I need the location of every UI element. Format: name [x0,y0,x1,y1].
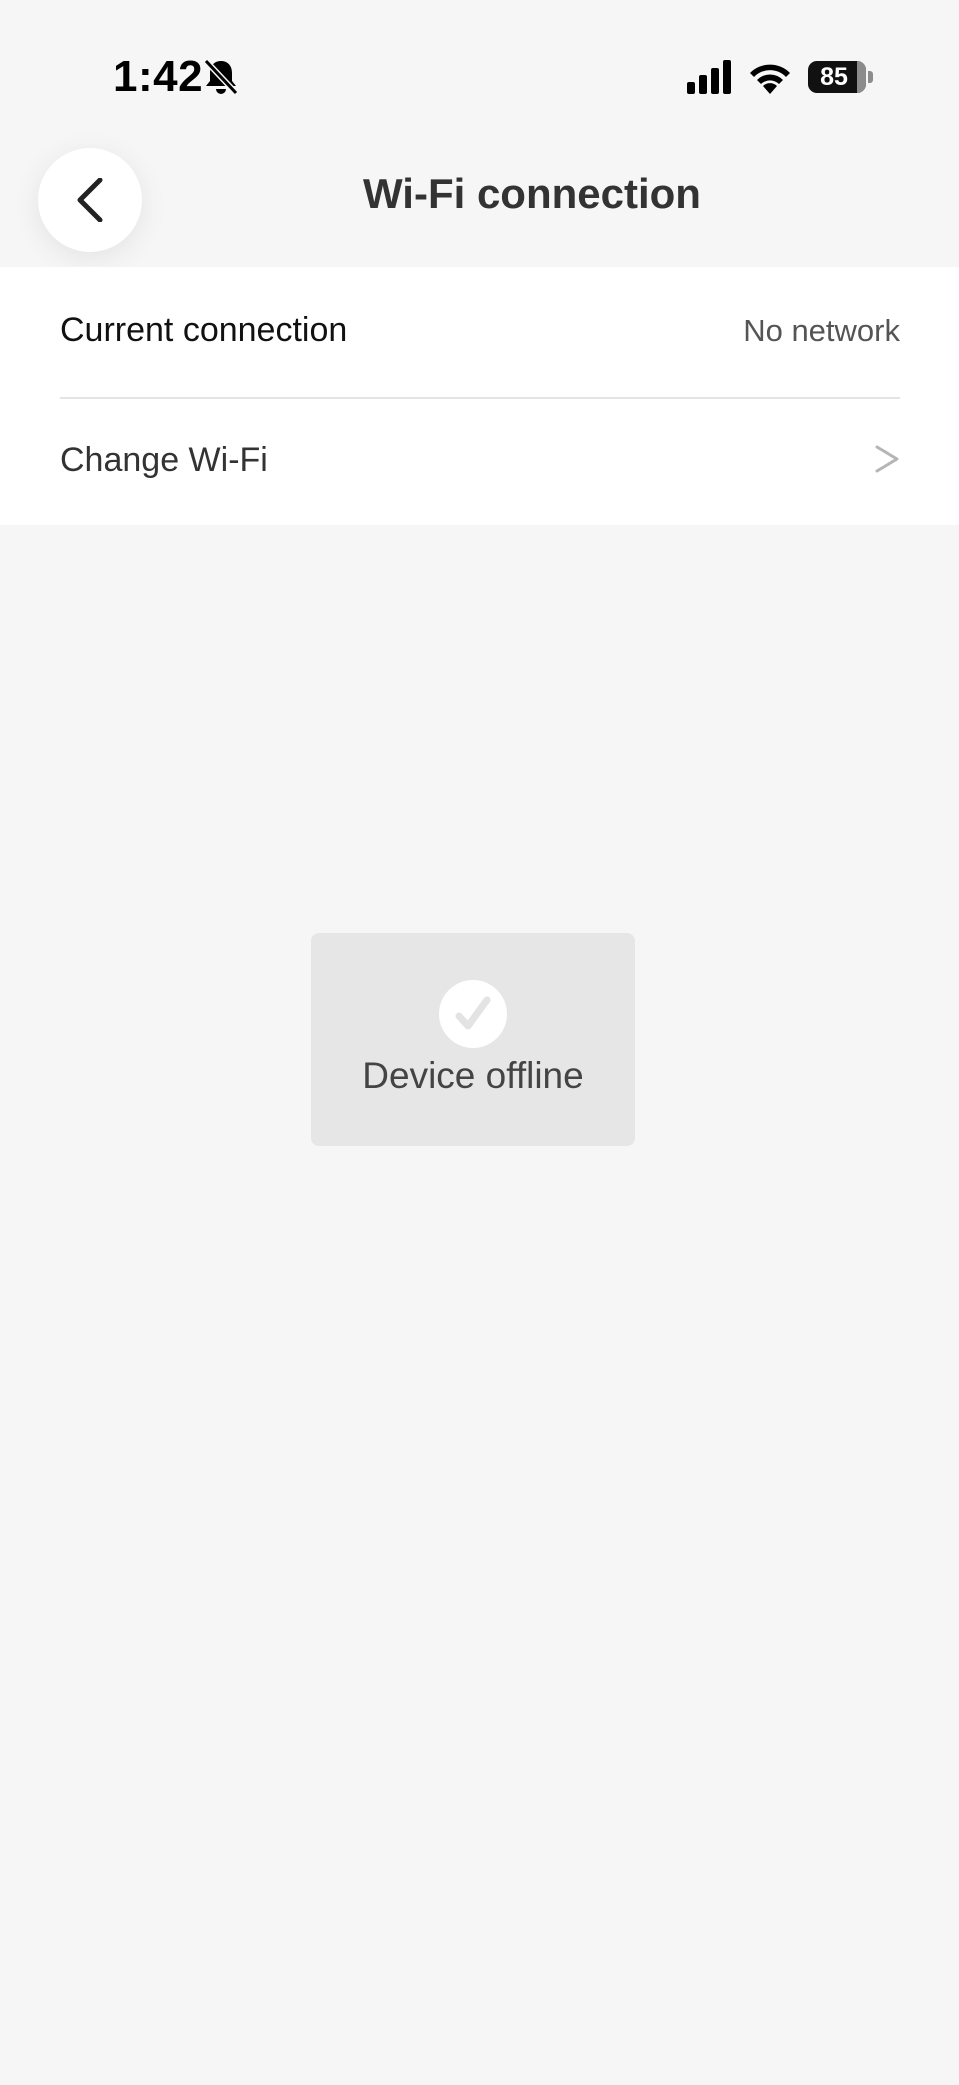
battery-level: 85 [820,63,848,91]
status-bar: 1:42 85 [0,0,959,120]
status-time: 1:42 [113,52,204,101]
change-wifi-label: Change Wi-Fi [60,441,268,479]
cellular-signal-icon [687,60,731,94]
change-wifi-row[interactable]: Change Wi-Fi [60,397,900,525]
settings-card: Current connection No network Change Wi-… [0,267,959,525]
toast-message: Device offline [362,1055,584,1096]
battery-cap [868,71,873,83]
chevron-right-icon [875,445,899,473]
battery-indicator: 85 [808,61,873,93]
current-connection-label: Current connection [60,311,348,349]
current-connection-row: Current connection No network [60,267,900,395]
current-connection-value: No network [743,313,900,348]
checkmark-icon [455,996,491,1030]
bell-slash-icon [203,58,239,96]
wifi-icon [750,64,790,94]
page-title: Wi-Fi connection [363,170,701,217]
screen: 1:42 85 Wi-Fi connection Current connect… [0,0,959,2085]
battery-body: 85 [808,61,866,93]
toast: Device offline [311,933,635,1146]
toast-check-badge [439,980,507,1048]
